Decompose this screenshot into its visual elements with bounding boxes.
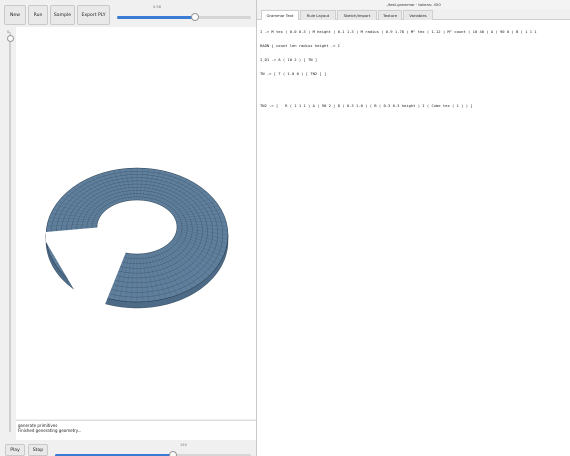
ring-segment-line xyxy=(72,246,109,283)
vertical-slider-track xyxy=(9,32,11,432)
ring-segment-line xyxy=(61,241,104,273)
vertical-slider[interactable] xyxy=(7,28,14,436)
toolbar-slider-value: 0.58 xyxy=(153,5,162,9)
editor-tabs: Grammar Text Rule Layout Sketch/Import T… xyxy=(257,9,570,20)
ring-segment-line xyxy=(64,243,106,276)
grammar-editor-window: ./test.grammar · tokens: 450 Grammar Tex… xyxy=(257,0,570,456)
ring-segment-line xyxy=(50,235,100,257)
toolbar: New Run Sample Export PLY 0.58 xyxy=(0,0,257,28)
code-line: I -> M tex ( 0.0 0.3 ) M height ( 0.1 1.… xyxy=(260,29,537,35)
ring-segment-line xyxy=(81,248,113,289)
sample-button[interactable]: Sample xyxy=(50,5,75,25)
code-line: RADN { count len radius height -> I xyxy=(260,42,341,48)
code-line: I_D1 -> A ( 10 2 ) [ TN ] xyxy=(260,56,318,62)
ring-segment-line xyxy=(58,240,103,269)
slider-knob[interactable] xyxy=(190,13,199,21)
ring-segment-line xyxy=(86,249,115,291)
run-button[interactable]: Run xyxy=(28,5,48,25)
ring-segment-line xyxy=(55,238,102,265)
code-line: TN2 -> [ R ( 1 1 1 ) A ( 90 2 ) D ( 0.3 … xyxy=(260,102,473,108)
slider-knob[interactable] xyxy=(168,451,177,456)
app-window: New Run Sample Export PLY 0.58 0 xyxy=(0,0,570,456)
grammar-text-editor[interactable]: I -> M tex ( 0.0 0.3 ) M height ( 0.1 1.… xyxy=(257,20,570,456)
tab-variables[interactable]: Variables xyxy=(403,10,433,20)
playback-bar: Play Stop 150 xyxy=(0,440,257,456)
3d-viewport[interactable] xyxy=(16,27,256,419)
playback-slider-value: 150 xyxy=(180,443,187,447)
editor-title: ./test.grammar · tokens: 450 xyxy=(257,0,570,9)
toolbar-slider[interactable] xyxy=(117,12,251,22)
code-line: TN -> [ T ( 1.0 0 ) [ TN2 ] ] xyxy=(260,70,327,76)
tab-sketch-import[interactable]: Sketch/Import xyxy=(337,10,377,20)
tab-texture[interactable]: Texture xyxy=(378,10,402,20)
export-ply-button[interactable]: Export PLY xyxy=(77,5,110,25)
console-output: generate primitives Finished generating … xyxy=(16,420,256,440)
tab-rule-layout[interactable]: Rule Layout xyxy=(300,10,336,20)
stop-button[interactable]: Stop xyxy=(28,444,48,456)
tab-grammar-text[interactable]: Grammar Text xyxy=(261,10,299,20)
slider-fill xyxy=(117,16,195,19)
ring-model xyxy=(45,167,229,309)
ring-segment-line xyxy=(49,233,99,253)
playback-slider[interactable] xyxy=(55,450,251,456)
ring-segment-line xyxy=(68,244,107,280)
ring-segment-line xyxy=(76,247,111,286)
play-button[interactable]: Play xyxy=(5,444,25,456)
new-button[interactable]: New xyxy=(4,5,26,25)
viewer-pane: New Run Sample Export PLY 0.58 0 xyxy=(0,0,257,456)
ring-segment-line xyxy=(52,237,101,261)
ring-segment-line xyxy=(46,230,98,244)
vertical-slider-knob[interactable] xyxy=(7,35,14,42)
ring-segment-line xyxy=(47,232,98,249)
console-line: Finished generating geometry... xyxy=(18,428,82,433)
